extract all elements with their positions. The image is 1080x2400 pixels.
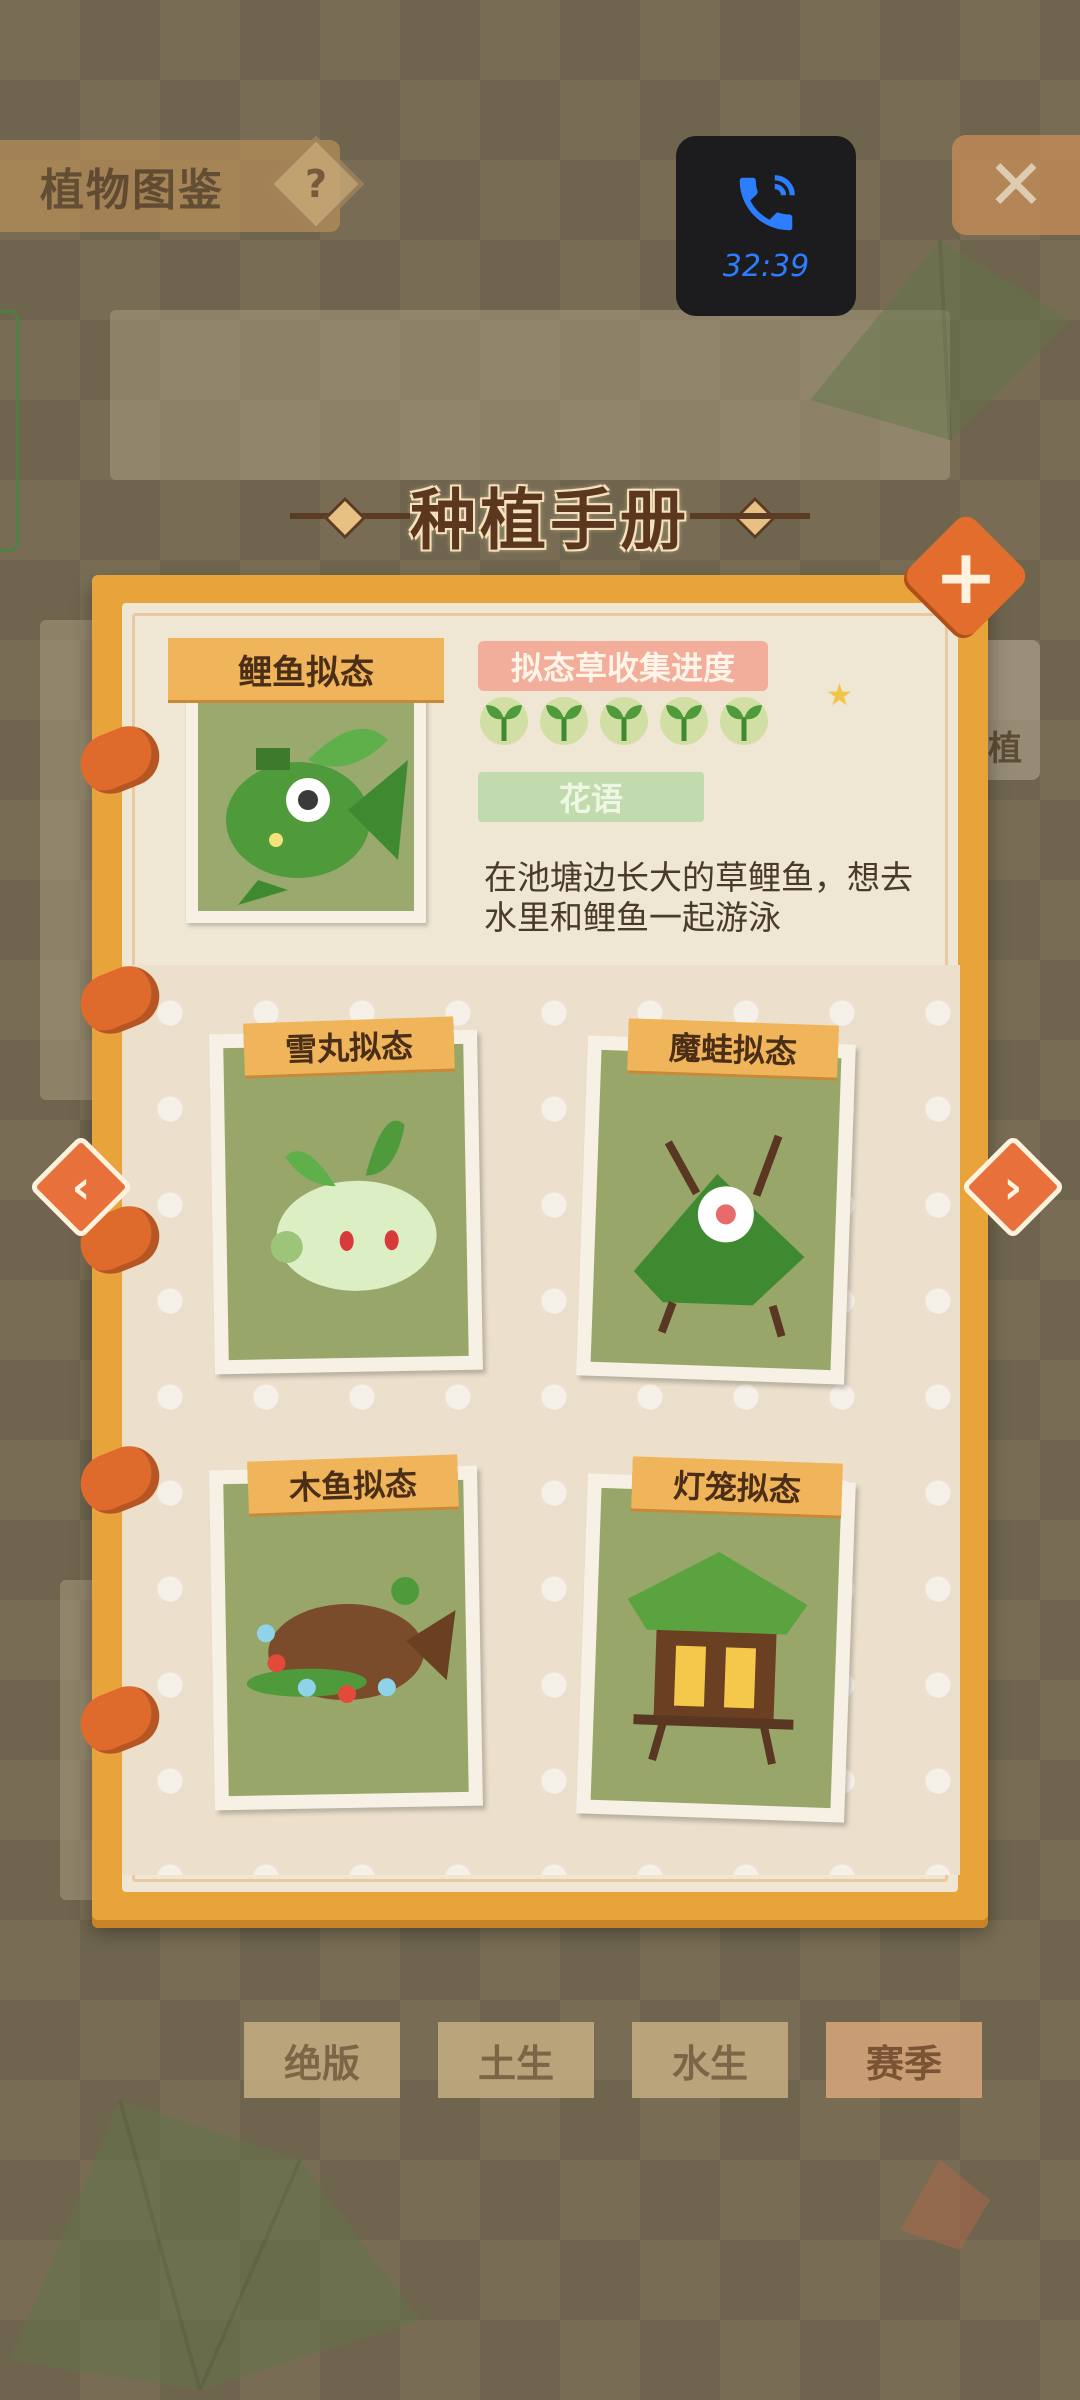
demon-frog-plant-image (590, 1049, 842, 1371)
sprout-icon (540, 697, 588, 745)
binder-ring (71, 1437, 169, 1523)
handbook-heading: 种植手册 (290, 465, 810, 565)
flower-language-label: 花语 (478, 772, 704, 822)
wooden-fish-plant-image (223, 1479, 469, 1797)
star-icon: ★ (826, 678, 853, 713)
tab-discontinued[interactable]: 绝版 (244, 2022, 400, 2098)
plus-icon: + (934, 531, 998, 621)
plant-card-demon-frog[interactable] (576, 1035, 856, 1385)
binder-ring (71, 957, 169, 1043)
plant-card-label: 木鱼拟态 (247, 1454, 459, 1514)
heading-line-right (690, 513, 810, 519)
plant-card-snowball[interactable] (209, 1029, 483, 1375)
codex-title: 植物图鉴 (40, 165, 224, 216)
close-icon: ✕ (986, 144, 1046, 226)
sprout-icon (660, 697, 708, 745)
binder-ring (71, 1677, 169, 1763)
phone-icon (739, 174, 795, 230)
lantern-plant-image (590, 1487, 842, 1809)
sprout-icon (480, 697, 528, 745)
category-tabs: 绝版 土生 水生 赛季 (244, 2022, 982, 2098)
plant-card-lantern[interactable] (576, 1473, 856, 1823)
call-widget[interactable]: 32:39 (676, 136, 856, 316)
plant-card-label: 雪丸拟态 (243, 1016, 455, 1076)
featured-plant-photo[interactable] (186, 688, 426, 923)
close-button[interactable]: ✕ (952, 135, 1080, 235)
call-duration: 32:39 (722, 248, 810, 284)
featured-plant-name: 鲤鱼拟态 (168, 638, 444, 700)
chevron-left-icon: ‹ (71, 1160, 91, 1214)
tab-season[interactable]: 赛季 (826, 2022, 982, 2098)
carp-plant-image (198, 700, 414, 911)
plant-card-wooden-fish[interactable] (209, 1465, 483, 1811)
snowball-plant-image (223, 1043, 469, 1361)
sprout-icon (600, 697, 648, 745)
plant-description: 在池塘边长大的草鲤鱼，想去水里和鲤鱼一起游泳 (484, 858, 913, 937)
tab-terrestrial[interactable]: 土生 (438, 2022, 594, 2098)
heading-diamond-left (323, 496, 367, 540)
plant-card-label: 魔蛙拟态 (627, 1018, 839, 1078)
plant-card-label: 灯笼拟态 (631, 1456, 843, 1516)
collection-progress-sprouts (480, 697, 768, 745)
handbook-title: 种植手册 (410, 482, 690, 559)
tab-aquatic[interactable]: 水生 (632, 2022, 788, 2098)
binder-rings (71, 717, 169, 1790)
binder-ring (71, 717, 169, 803)
chevron-right-icon: › (1003, 1160, 1023, 1214)
add-button[interactable]: + (900, 510, 1032, 642)
sprout-icon (720, 697, 768, 745)
collection-progress-label: 拟态草收集进度 (478, 641, 768, 691)
